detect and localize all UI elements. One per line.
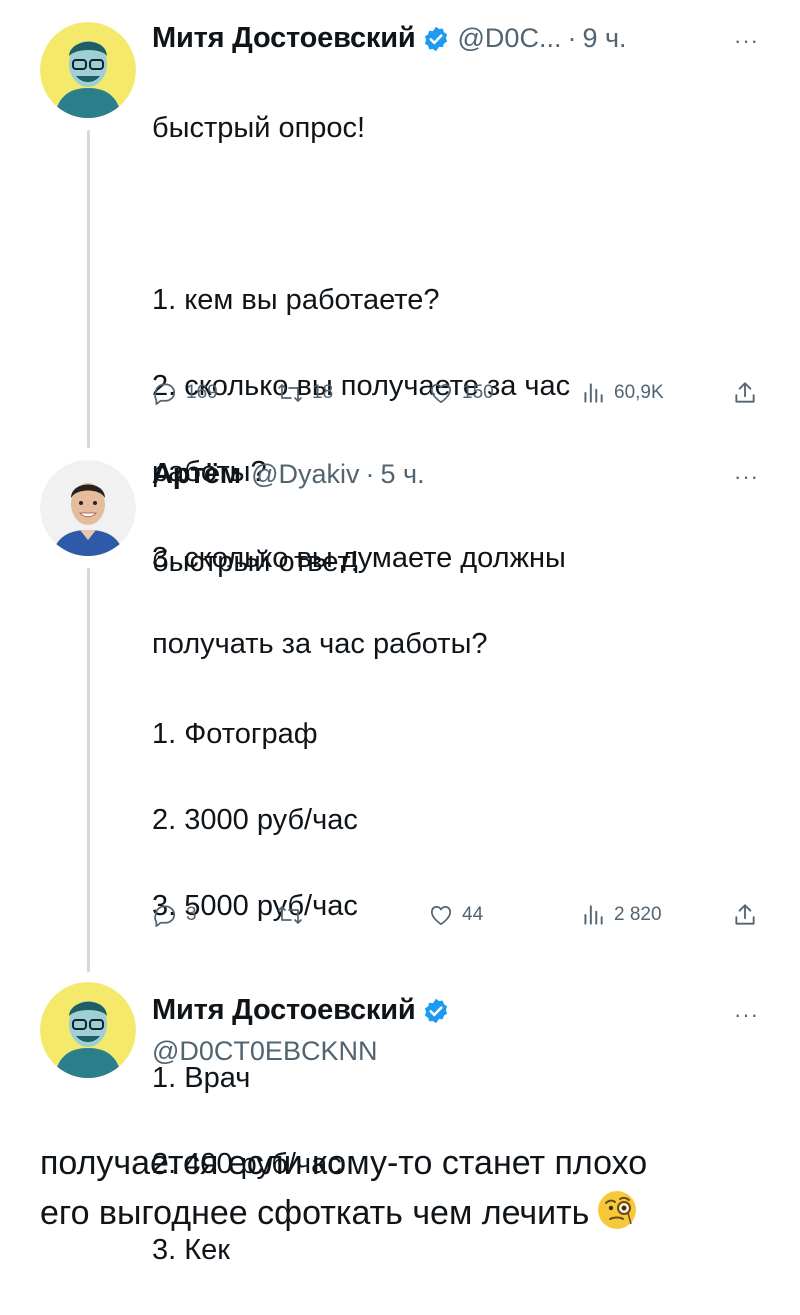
text-line: 2. 3000 руб/час — [152, 804, 358, 836]
text-line — [152, 193, 732, 236]
text-line: быстрый ответ! — [152, 546, 359, 578]
tweet-1-actions: 169 18 150 60,9K — [152, 380, 762, 410]
retweet-icon — [278, 906, 302, 924]
views-icon — [584, 383, 603, 403]
separator-dot: · — [365, 459, 375, 489]
separator-dot: · — [567, 23, 577, 53]
tweet-time[interactable]: 9 ч. — [582, 23, 626, 54]
more-icon[interactable]: ··· — [734, 1002, 759, 1028]
thread-line-2 — [87, 568, 90, 972]
views-count: 2 820 — [614, 904, 662, 925]
reply-icon — [154, 383, 176, 405]
tweet-3-body: получается если кому-то станет плохо его… — [40, 1144, 648, 1232]
views-button[interactable]: 2 820 — [580, 902, 662, 928]
reply-count: 3 — [186, 904, 197, 925]
more-icon[interactable]: ··· — [734, 28, 759, 54]
verified-badge-icon — [422, 25, 450, 53]
views-icon — [584, 905, 603, 925]
thread-line-1 — [87, 130, 90, 448]
author-handle[interactable]: @D0CT0EBCKNN — [152, 1036, 377, 1067]
share-icon — [735, 382, 755, 403]
heart-icon — [430, 384, 452, 404]
text-line: быстрый опрос! — [152, 112, 366, 144]
tweet-2-header: Артём @Dyakiv · 5 ч. — [152, 458, 425, 491]
tweet-3-text: получается если кому-то станет плохо его… — [40, 1138, 770, 1238]
author-name[interactable]: Митя Достоевский — [152, 22, 416, 55]
tweet-3-header: Митя Достоевский — [152, 994, 458, 1027]
author-handle[interactable]: @D0C... — [458, 23, 562, 54]
text-line: 1. кем вы работаете? — [152, 284, 440, 316]
tweet-2-actions: 3 44 2 820 — [152, 902, 762, 932]
avatar-mitya-1[interactable] — [40, 22, 136, 118]
views-button[interactable]: 60,9K — [580, 380, 664, 406]
avatar-mitya-2[interactable] — [40, 982, 136, 1078]
more-icon[interactable]: ··· — [734, 464, 759, 490]
like-button[interactable]: 150 — [428, 380, 494, 406]
author-name[interactable]: Артём — [152, 458, 241, 491]
author-name[interactable]: Митя Достоевский — [152, 994, 416, 1027]
views-count: 60,9K — [614, 382, 664, 403]
tweet-1-header: Митя Достоевский @D0C... · 9 ч. — [152, 22, 627, 55]
retweet-icon — [278, 384, 302, 402]
tweet-time[interactable]: 5 ч. — [380, 459, 424, 490]
face-with-monocle-emoji — [595, 1188, 639, 1232]
like-button[interactable]: 44 — [428, 902, 483, 928]
reply-button[interactable]: 169 — [152, 380, 218, 406]
text-line — [152, 627, 732, 670]
reply-count: 169 — [186, 382, 218, 403]
text-line: 1. Фотограф — [152, 718, 318, 750]
share-button[interactable] — [732, 902, 766, 928]
share-icon — [735, 904, 755, 925]
like-count: 150 — [462, 382, 494, 403]
retweet-count: 18 — [312, 382, 334, 403]
retweet-button[interactable] — [276, 902, 312, 928]
author-handle[interactable]: @Dyakiv — [251, 459, 359, 490]
heart-icon — [430, 906, 452, 926]
verified-badge-icon — [422, 997, 450, 1025]
avatar-artem[interactable] — [40, 460, 136, 556]
retweet-button[interactable]: 18 — [276, 380, 333, 406]
share-button[interactable] — [732, 380, 766, 406]
like-count: 44 — [462, 904, 484, 925]
reply-button[interactable]: 3 — [152, 902, 197, 928]
reply-icon — [154, 905, 176, 927]
